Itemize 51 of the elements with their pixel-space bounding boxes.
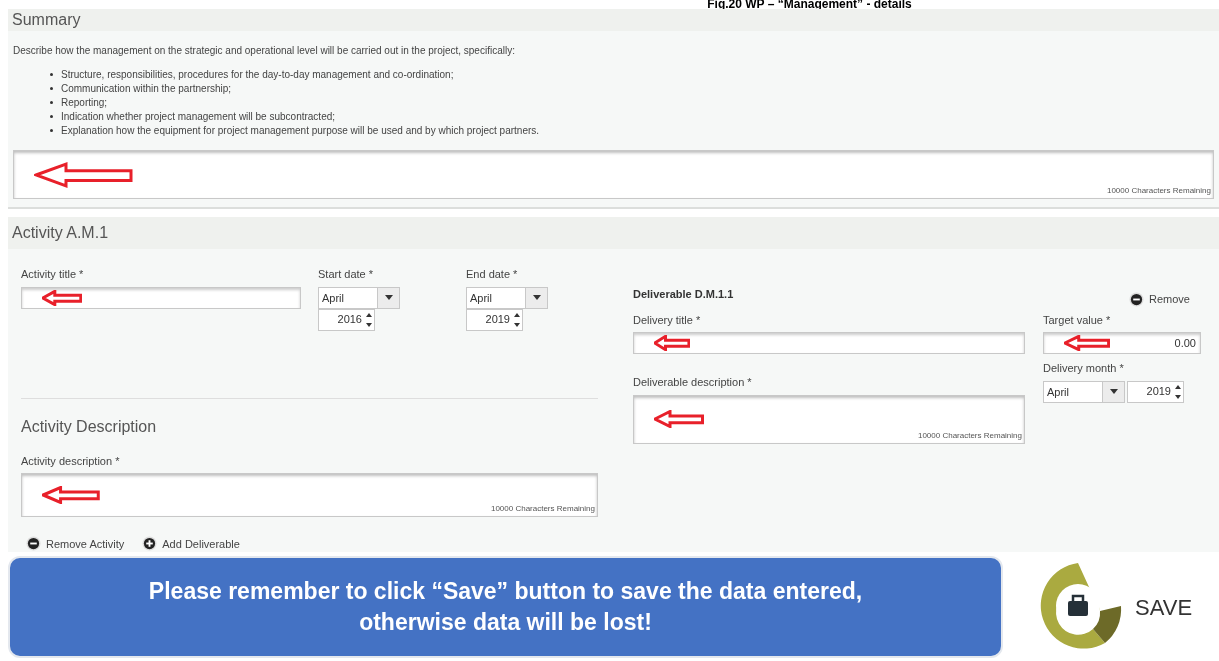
left-arrow-icon <box>42 289 82 306</box>
section-header: Summary <box>8 9 1219 31</box>
input-field[interactable]: 0.00 <box>1043 332 1201 354</box>
notice-text: otherwise data will be lost! <box>359 608 652 637</box>
caret-down-icon <box>1109 389 1118 394</box>
left-arrow-icon <box>1064 335 1110 351</box>
year-spinner[interactable]: 2019 <box>1127 380 1184 403</box>
add-link[interactable]: Add Deliverable <box>142 535 240 552</box>
bullet-text: Communication within the partnership; <box>61 81 232 96</box>
bullet-text: Indication whether project management will be subcontracted; <box>61 109 336 124</box>
field-label: Delivery month * <box>1043 361 1125 376</box>
minus-circle-icon <box>1129 291 1145 307</box>
remove-link[interactable]: Remove <box>1129 291 1190 308</box>
month-select[interactable]: April <box>318 286 400 309</box>
caret-down-icon <box>532 295 541 300</box>
characters-remaining: 10000 Characters Remaining <box>917 429 1022 442</box>
spinner-arrows-icon <box>514 311 520 328</box>
section-header: Activity A.M.1 <box>8 217 1219 249</box>
remove-link[interactable]: Remove Activity <box>26 535 125 552</box>
left-arrow-icon <box>34 161 134 188</box>
notice-text: Please remember to click “Save” button to save the data entered, <box>148 577 863 606</box>
spinner-arrows-icon <box>1175 383 1181 400</box>
text-area[interactable]: 10000 Characters Remaining <box>633 394 1025 444</box>
year-spinner[interactable]: 2019 <box>466 308 523 331</box>
bullet-text: Reporting; <box>61 95 108 110</box>
field-label: Deliverable description * <box>633 375 753 390</box>
text-area[interactable]: 10000 Characters Remaining <box>21 473 598 517</box>
field-label: Target value * <box>1043 312 1112 328</box>
spinner-arrows-icon <box>366 311 372 328</box>
bullet-text: Explanation how the equipment for project management purpose will be used and by which project partners. <box>61 123 540 138</box>
input-field[interactable] <box>633 332 1025 354</box>
deliverable-title: Deliverable D.M.1.1 <box>633 287 734 302</box>
subsection-heading: Activity Description <box>21 416 158 437</box>
field-label: End date * <box>466 267 519 282</box>
bullet-text: Structure, responsibilities, procedures for the day-to-day management and co-ordination; <box>61 67 454 82</box>
input-field[interactable] <box>21 286 301 309</box>
field-label: Activity description * <box>21 453 121 469</box>
caret-down-icon <box>384 295 393 300</box>
month-select[interactable]: April <box>466 286 548 309</box>
field-label: Activity title * <box>21 267 85 282</box>
text-area[interactable]: 10000 Characters Remaining <box>13 150 1214 199</box>
characters-remaining: 10000 Characters Remaining <box>490 502 595 515</box>
month-select[interactable]: April <box>1043 380 1125 403</box>
summary-intro: Describe how the management on the strategic and operational level will be carried out in the project, specifically: <box>13 44 516 57</box>
left-arrow-icon <box>42 485 100 504</box>
year-spinner[interactable]: 2016 <box>318 308 375 331</box>
characters-remaining: 10000 Characters Remaining <box>1106 185 1211 197</box>
left-arrow-icon <box>654 410 704 428</box>
left-arrow-icon <box>654 335 690 351</box>
field-label: Start date * <box>318 267 375 282</box>
field-label: Delivery title * <box>633 312 702 328</box>
